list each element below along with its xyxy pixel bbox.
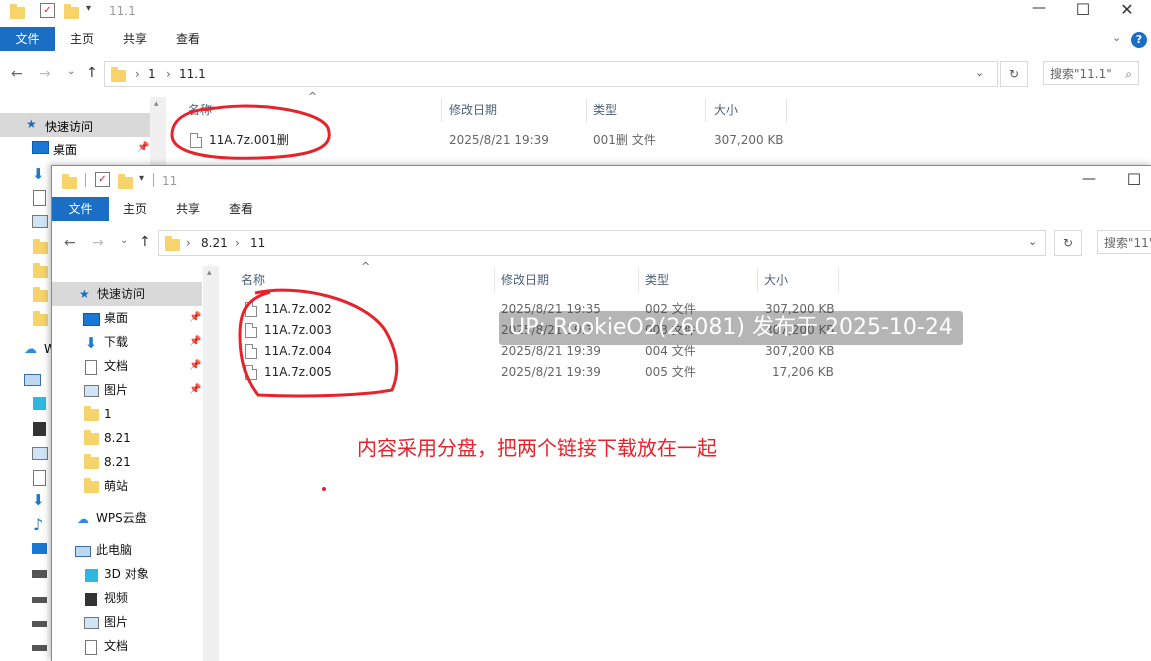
annotation-circle	[170, 104, 331, 160]
watermark: UP: RookieO2(26081) 发布于 2025-10-24	[499, 311, 963, 345]
annotation-dot	[322, 487, 326, 491]
annotation-note: 内容采用分盘，把两个链接下载放在一起	[357, 436, 717, 460]
annotation-circle	[238, 288, 399, 398]
